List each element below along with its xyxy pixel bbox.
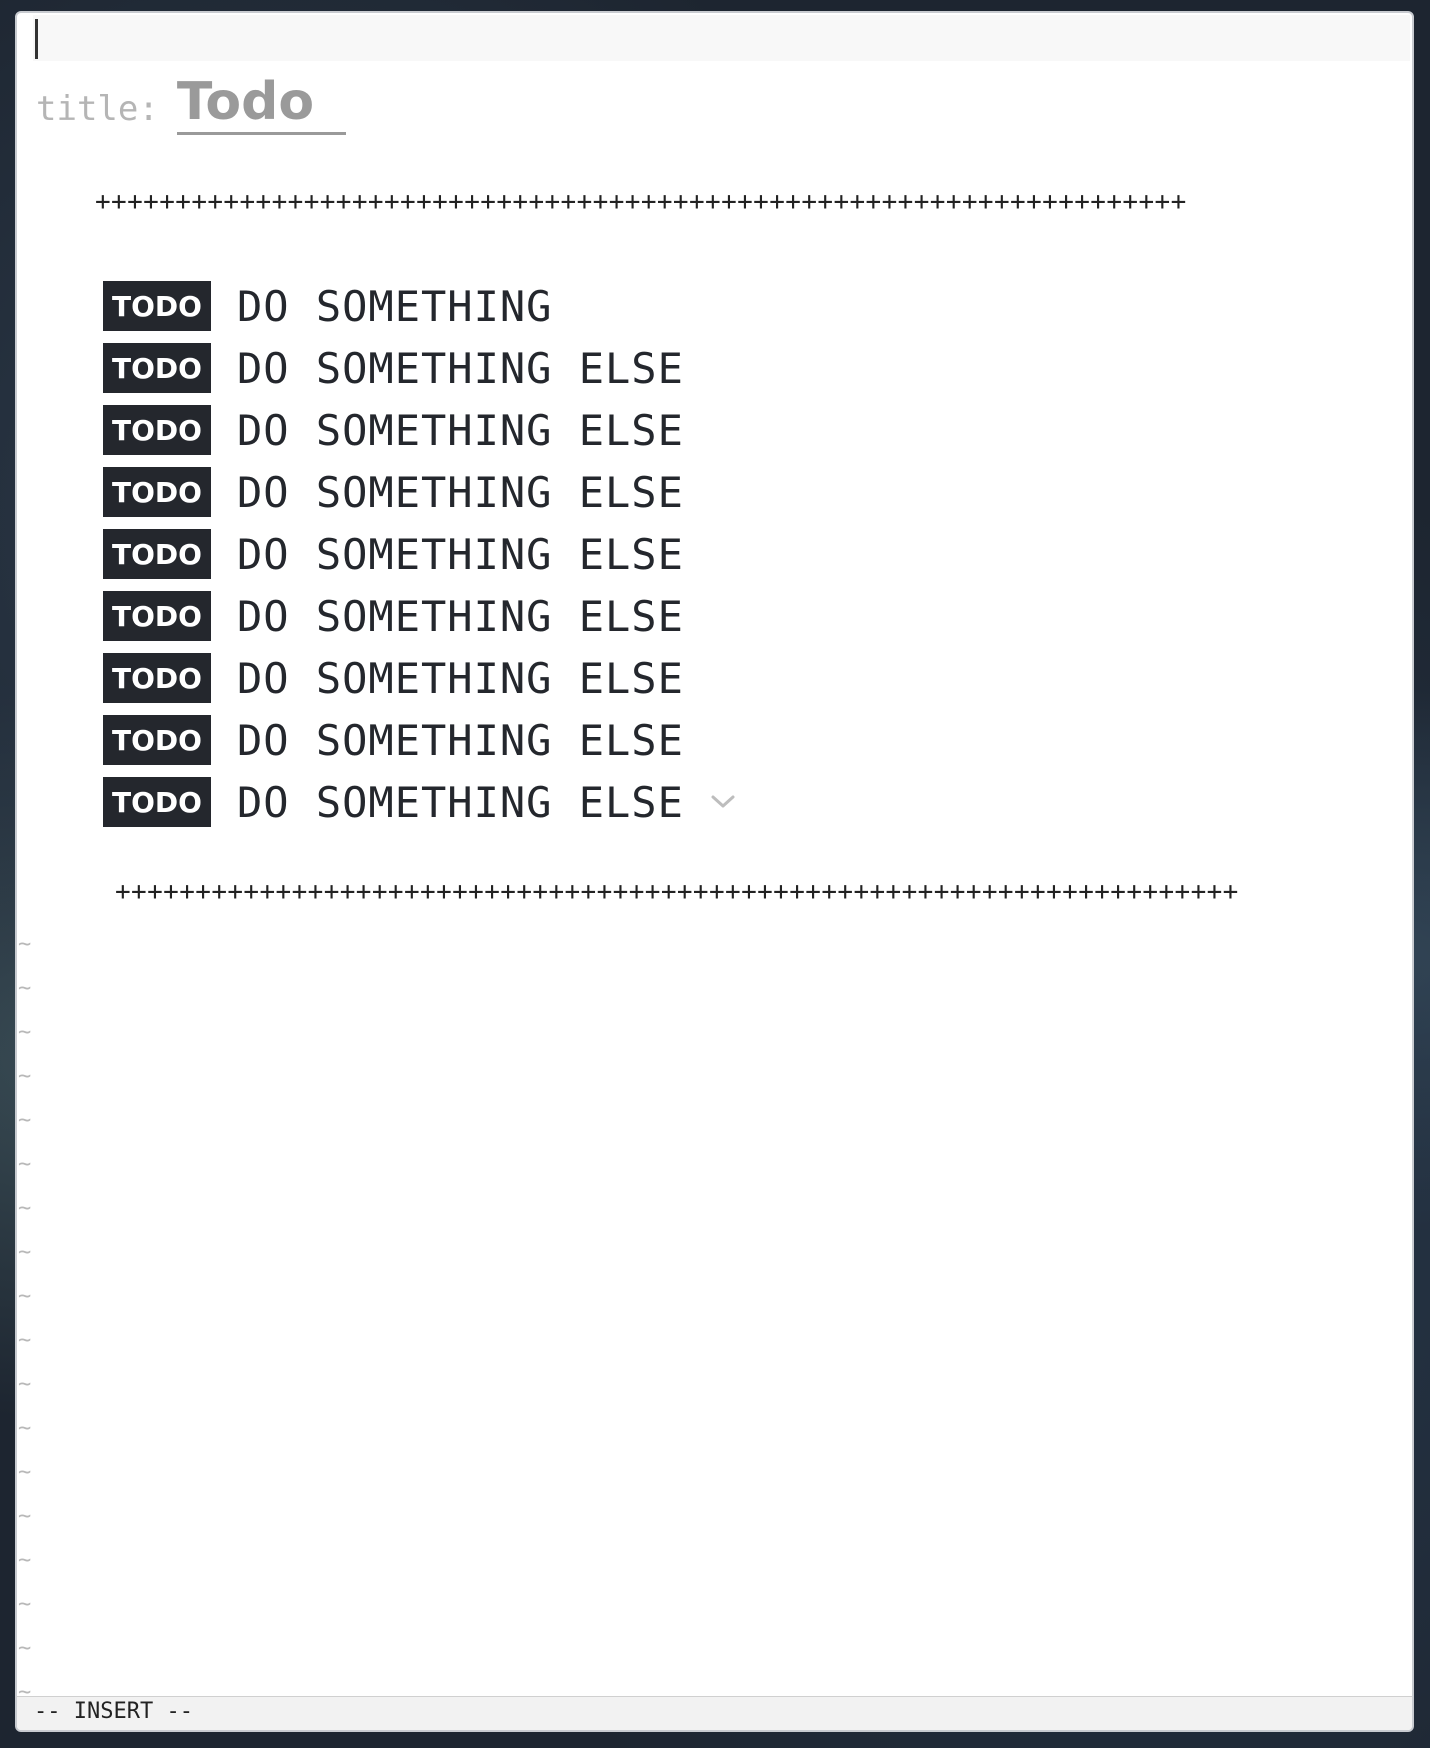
- todo-item[interactable]: TODO DO SOMETHING ELSE: [103, 399, 736, 461]
- empty-line-marker: ~: [18, 932, 32, 957]
- todo-text[interactable]: DO SOMETHING ELSE: [237, 406, 684, 455]
- todo-item[interactable]: TODO DO SOMETHING ELSE: [103, 771, 736, 833]
- empty-line-marker: ~: [18, 1196, 32, 1221]
- empty-line-marker: ~: [18, 1328, 32, 1353]
- todo-text[interactable]: DO SOMETHING ELSE: [237, 716, 684, 765]
- todo-text[interactable]: DO SOMETHING ELSE: [237, 468, 684, 517]
- empty-line-marker: ~: [18, 1020, 32, 1045]
- todo-badge[interactable]: TODO: [103, 591, 211, 641]
- text-cursor: [35, 19, 38, 59]
- empty-line-marker: ~: [18, 1592, 32, 1617]
- todo-text[interactable]: DO SOMETHING ELSE: [237, 592, 684, 641]
- empty-line-marker: ~: [18, 1064, 32, 1089]
- frontmatter-key: title:: [36, 89, 159, 129]
- empty-line-marker: ~: [18, 1284, 32, 1309]
- todo-text[interactable]: DO SOMETHING ELSE: [237, 344, 684, 393]
- todo-badge[interactable]: TODO: [103, 405, 211, 455]
- status-bar: -- INSERT --: [17, 1696, 1412, 1730]
- empty-line-marker: ~: [18, 1548, 32, 1573]
- chevron-down-icon[interactable]: [710, 789, 736, 815]
- empty-line-marker: ~: [18, 1108, 32, 1133]
- divider-top: ++++++++++++++++++++++++++++++++++++++++…: [95, 187, 1187, 217]
- todo-badge[interactable]: TODO: [103, 715, 211, 765]
- frontmatter-title: title: Todo: [36, 71, 347, 135]
- command-line[interactable]: [33, 15, 1410, 61]
- empty-line-marker: ~: [18, 1504, 32, 1529]
- todo-list: TODO DO SOMETHING TODO DO SOMETHING ELSE…: [103, 275, 736, 833]
- empty-line-markers: ~ ~ ~ ~ ~ ~ ~ ~ ~ ~ ~ ~ ~ ~ ~ ~ ~ ~: [18, 923, 31, 1715]
- todo-item[interactable]: TODO DO SOMETHING ELSE: [103, 337, 736, 399]
- empty-line-marker: ~: [18, 976, 32, 1001]
- empty-line-marker: ~: [18, 1416, 32, 1441]
- editor-window[interactable]: title: Todo ++++++++++++++++++++++++++++…: [15, 11, 1414, 1732]
- todo-badge[interactable]: TODO: [103, 343, 211, 393]
- todo-item[interactable]: TODO DO SOMETHING ELSE: [103, 523, 736, 585]
- todo-text[interactable]: DO SOMETHING ELSE: [237, 778, 684, 827]
- todo-text[interactable]: DO SOMETHING: [237, 282, 552, 331]
- todo-item[interactable]: TODO DO SOMETHING ELSE: [103, 647, 736, 709]
- todo-item[interactable]: TODO DO SOMETHING ELSE: [103, 461, 736, 523]
- todo-badge[interactable]: TODO: [103, 653, 211, 703]
- todo-text[interactable]: DO SOMETHING ELSE: [237, 654, 684, 703]
- page-title[interactable]: Todo: [176, 72, 347, 135]
- empty-line-marker: ~: [18, 1460, 32, 1485]
- empty-line-marker: ~: [18, 1636, 32, 1661]
- todo-item[interactable]: TODO DO SOMETHING ELSE: [103, 585, 736, 647]
- todo-item[interactable]: TODO DO SOMETHING ELSE: [103, 709, 736, 771]
- todo-badge[interactable]: TODO: [103, 529, 211, 579]
- empty-line-marker: ~: [18, 1240, 32, 1265]
- empty-line-marker: ~: [18, 1152, 32, 1177]
- todo-item[interactable]: TODO DO SOMETHING: [103, 275, 736, 337]
- todo-badge[interactable]: TODO: [103, 777, 211, 827]
- divider-bottom: ++++++++++++++++++++++++++++++++++++++++…: [115, 877, 1239, 907]
- todo-badge[interactable]: TODO: [103, 281, 211, 331]
- todo-text[interactable]: DO SOMETHING ELSE: [237, 530, 684, 579]
- todo-badge[interactable]: TODO: [103, 467, 211, 517]
- empty-line-marker: ~: [18, 1372, 32, 1397]
- mode-indicator: -- INSERT --: [34, 1699, 193, 1724]
